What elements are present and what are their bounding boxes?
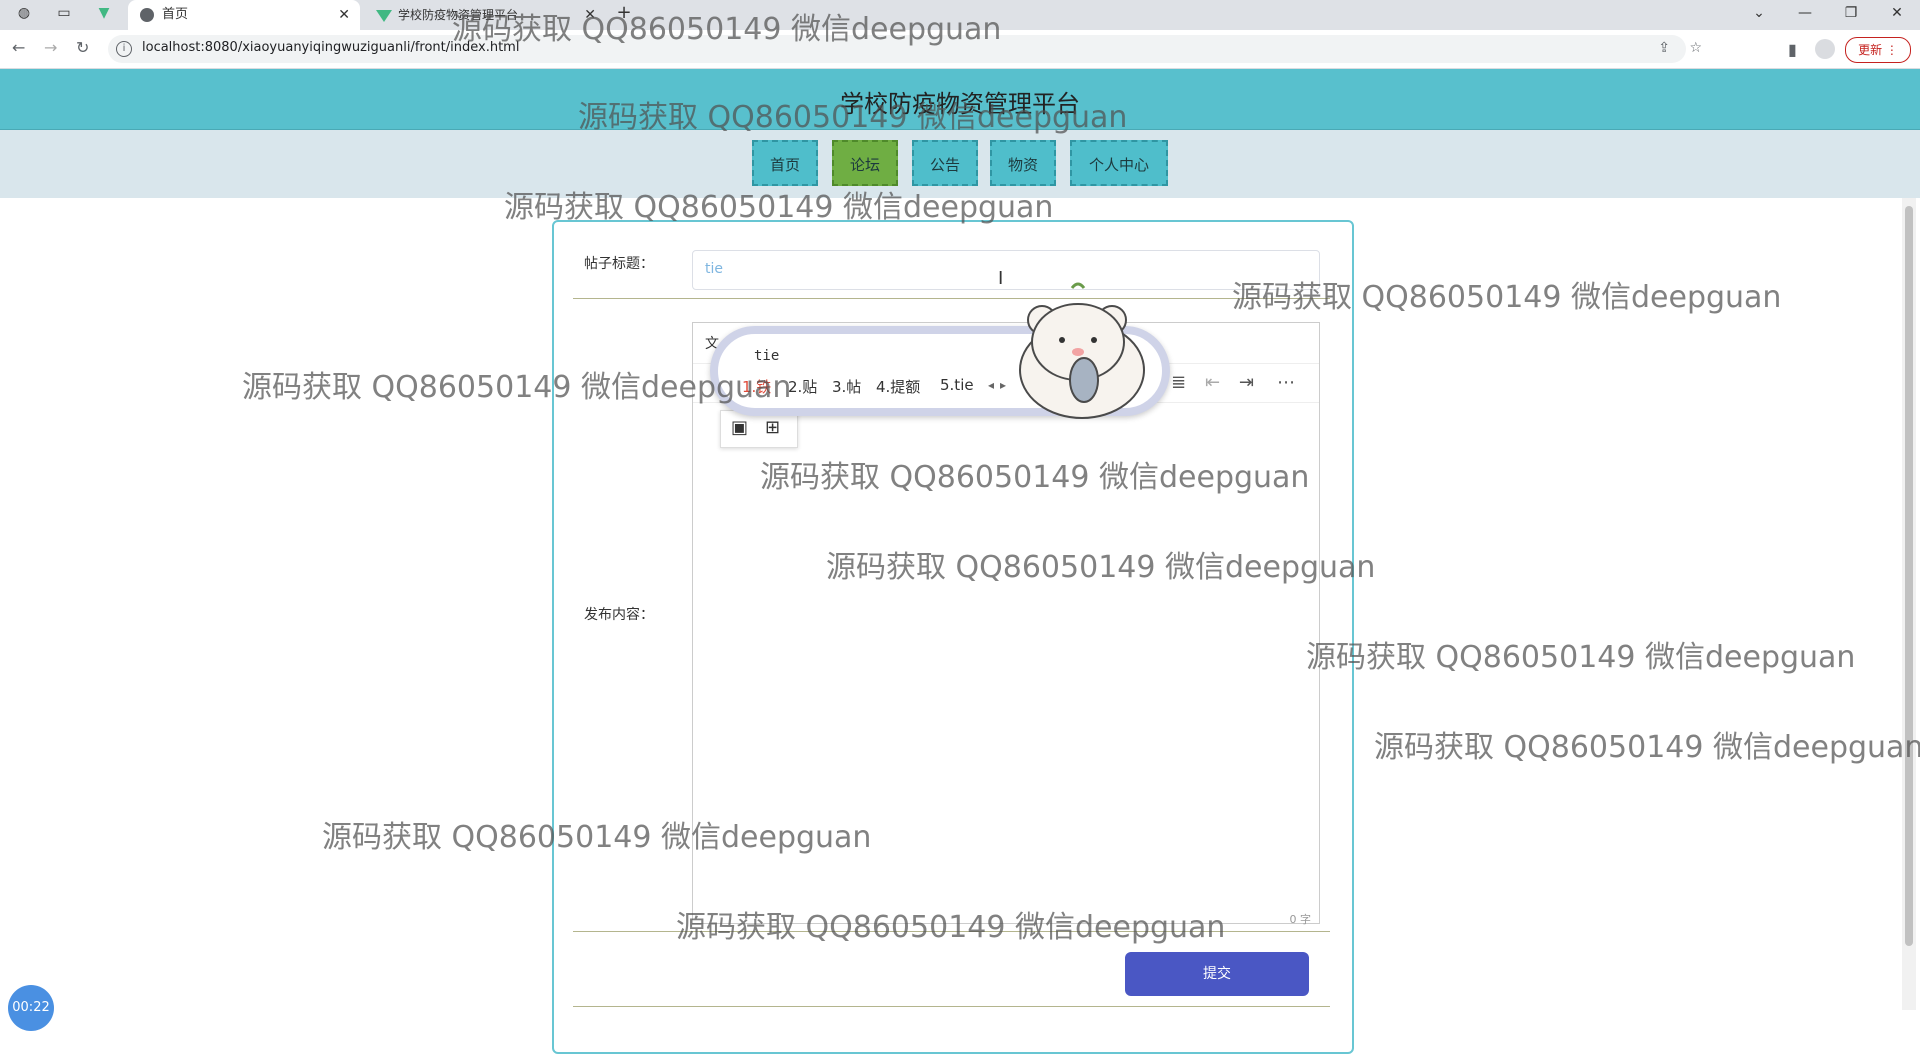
indent-icon[interactable]: ⇥ (1239, 372, 1254, 393)
close-window-icon[interactable]: ✕ (1874, 0, 1920, 30)
ime-candidate[interactable]: 3.帖 (832, 376, 861, 397)
share-icon[interactable]: ⇪ (1658, 40, 1670, 56)
close-icon[interactable]: ✕ (338, 0, 350, 30)
recording-timer: 00:22 (8, 985, 54, 1031)
table-icon[interactable]: ⊞ (765, 417, 780, 438)
scrollbar[interactable] (1902, 198, 1916, 1010)
tab-search-icon[interactable]: ▭ (44, 0, 84, 30)
watermark: 源码获取 QQ86050149 微信deepguan (676, 910, 1226, 945)
watermark: 源码获取 QQ86050149 微信deepguan (1232, 280, 1782, 315)
watermark: 源码获取 QQ86050149 微信deepguan (1374, 730, 1920, 765)
back-icon[interactable]: ← (12, 38, 25, 57)
image-icon[interactable]: ▣ (731, 417, 748, 438)
more-icon[interactable]: ⋯ (1277, 372, 1295, 393)
globe-icon (140, 7, 154, 22)
align-justify-icon[interactable]: ≣ (1171, 372, 1186, 393)
forward-icon[interactable]: → (44, 38, 57, 57)
vue-icon (376, 9, 392, 22)
nav-profile[interactable]: 个人中心 (1070, 140, 1168, 186)
divider (573, 298, 1330, 299)
prev-page-icon[interactable]: ◂ (988, 378, 994, 392)
title-label: 帖子标题： (584, 256, 654, 272)
watermark: 源码获取 QQ86050149 微信deepguan (578, 100, 1128, 135)
watermark: 源码获取 QQ86050149 微信deepguan (1306, 640, 1856, 675)
submit-button[interactable]: 提交 (1125, 952, 1309, 996)
watermark: 源码获取 QQ86050149 微信deepguan (242, 370, 792, 405)
profile-icon[interactable]: ◍ (4, 0, 44, 30)
avatar[interactable] (1815, 39, 1835, 59)
content-label: 发布内容： (584, 607, 654, 623)
watermark: 源码获取 QQ86050149 微信deepguan (760, 460, 1310, 495)
info-icon[interactable]: i (116, 41, 132, 57)
restore-icon[interactable]: ❐ (1828, 0, 1874, 30)
nav-forum[interactable]: 论坛 (832, 140, 898, 186)
update-button[interactable]: 更新 ⋮ (1845, 37, 1911, 63)
watermark: 源码获取 QQ86050149 微信deepguan (452, 12, 1002, 47)
divider (573, 1006, 1330, 1007)
bear-mascot-icon (1019, 282, 1145, 419)
scroll-thumb[interactable] (1905, 206, 1913, 946)
reload-icon[interactable]: ↻ (76, 38, 89, 57)
tab-home[interactable]: 首页 ✕ (128, 0, 360, 30)
nav-notice[interactable]: 公告 (912, 140, 978, 186)
ime-candidate[interactable]: 4.提额 (876, 376, 920, 397)
watermark: 源码获取 QQ86050149 微信deepguan (504, 190, 1054, 225)
minimize-icon[interactable]: — (1782, 0, 1828, 30)
watermark: 源码获取 QQ86050149 微信deepguan (322, 820, 872, 855)
sidepanel-icon[interactable]: ▮ (1788, 40, 1797, 59)
outdent-icon[interactable]: ⇤ (1205, 372, 1220, 393)
watermark: 源码获取 QQ86050149 微信deepguan (826, 550, 1376, 585)
nav-home[interactable]: 首页 (752, 140, 818, 186)
nav-supplies[interactable]: 物资 (990, 140, 1056, 186)
vue-tab-icon[interactable]: ▼ (84, 0, 124, 30)
ime-candidate[interactable]: 5.tie (940, 376, 974, 394)
ime-candidate[interactable]: 2.贴 (788, 376, 817, 397)
star-icon[interactable]: ☆ (1689, 40, 1702, 56)
word-count: 0 字 (1289, 913, 1312, 926)
chevron-down-icon[interactable]: ⌄ (1736, 0, 1782, 30)
